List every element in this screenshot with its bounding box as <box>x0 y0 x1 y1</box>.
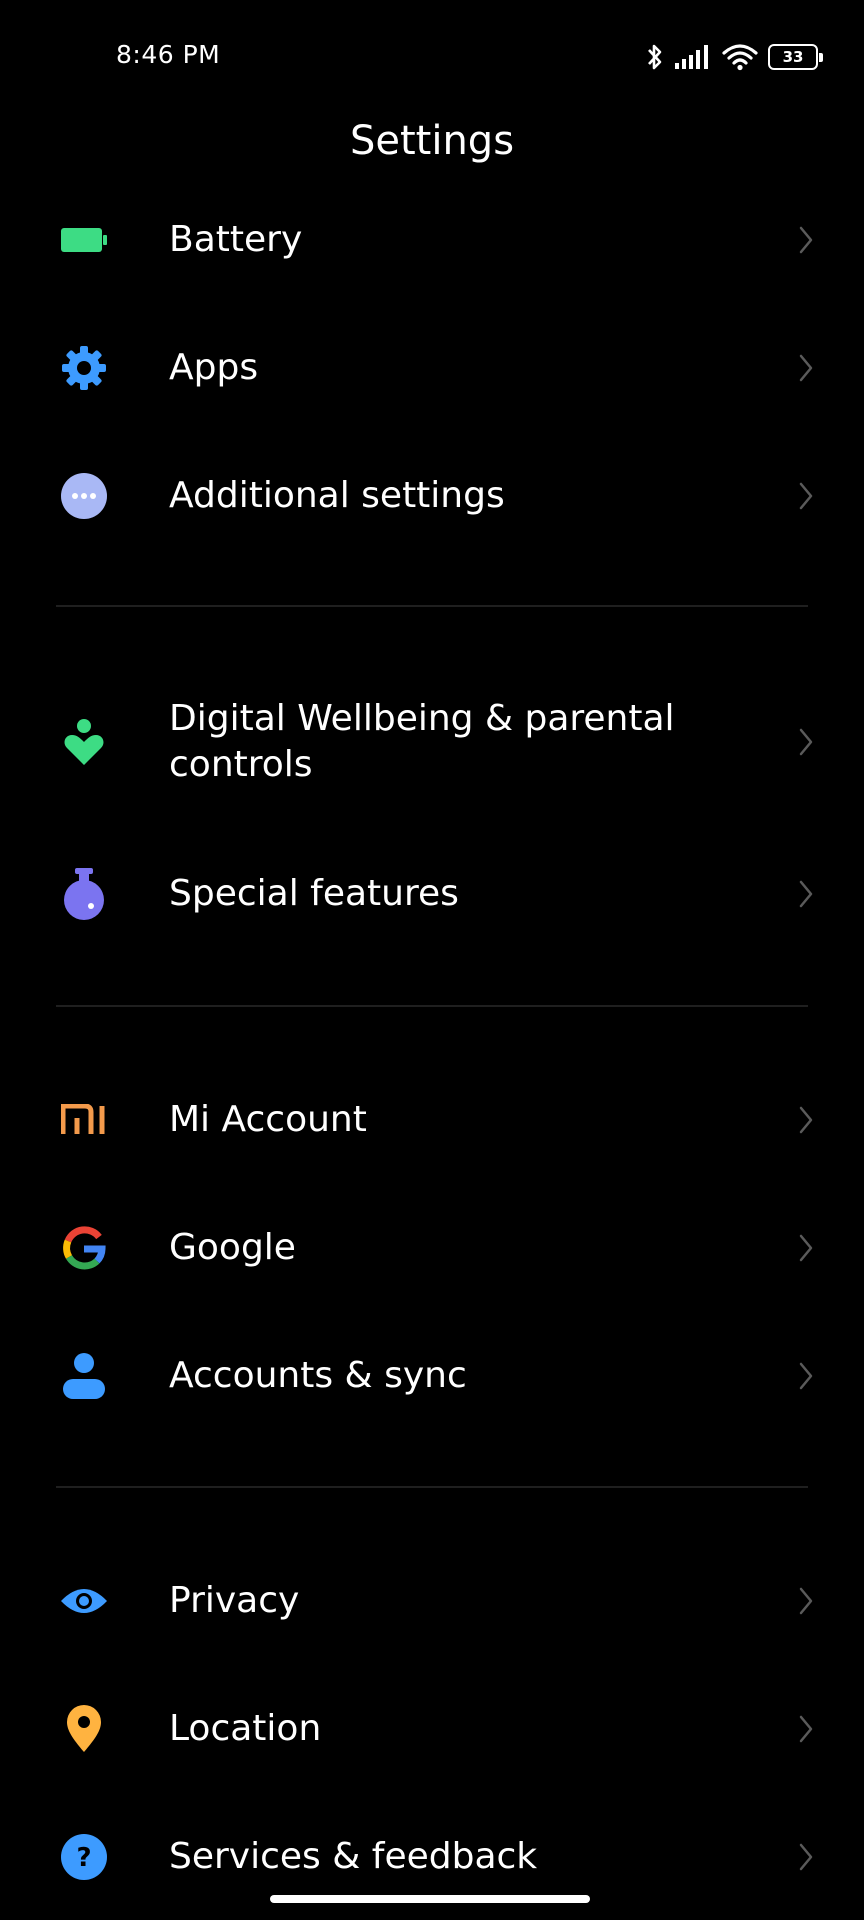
person-icon <box>56 1348 112 1404</box>
eye-icon <box>56 1573 112 1629</box>
mi-logo-icon <box>56 1092 112 1148</box>
settings-item-label: Privacy <box>169 1580 300 1621</box>
section-divider <box>56 1005 808 1007</box>
settings-item-label: Additional settings <box>169 475 505 516</box>
more-dots-icon <box>56 468 112 524</box>
settings-item-google[interactable]: Google <box>0 1220 864 1276</box>
settings-item-privacy[interactable]: Privacy <box>0 1573 864 1629</box>
chevron-right-icon <box>794 1581 818 1621</box>
battery-icon <box>56 212 112 268</box>
bluetooth-icon <box>646 42 664 72</box>
chevron-right-icon <box>794 348 818 388</box>
settings-screen: 8:46 PM 33 Settings Battery Apps Additio… <box>0 0 864 1920</box>
settings-item-label: Special features <box>169 873 459 914</box>
page-title: Settings <box>349 118 515 164</box>
settings-item-label: Mi Account <box>169 1099 367 1140</box>
status-bar: 8:46 PM 33 <box>0 0 864 110</box>
settings-item-accounts-sync[interactable]: Accounts & sync <box>0 1348 864 1404</box>
settings-item-digital-wellbeing[interactable]: Digital Wellbeing & parental controls <box>0 696 864 788</box>
chevron-right-icon <box>794 1100 818 1140</box>
settings-item-label: Location <box>169 1708 322 1749</box>
settings-item-battery[interactable]: Battery <box>0 212 864 268</box>
chevron-right-icon <box>794 874 818 914</box>
potion-icon <box>56 866 112 922</box>
signal-icon <box>674 44 712 70</box>
chevron-right-icon <box>794 476 818 516</box>
chevron-right-icon <box>794 722 818 762</box>
chevron-right-icon <box>794 1356 818 1396</box>
wifi-icon <box>722 43 758 71</box>
settings-item-label: Digital Wellbeing & parental controls <box>169 698 675 785</box>
gear-icon <box>56 340 112 396</box>
settings-item-apps[interactable]: Apps <box>0 340 864 396</box>
chevron-right-icon <box>794 1709 818 1749</box>
help-circle-icon: ? <box>56 1829 112 1885</box>
battery-icon: 33 <box>768 44 823 70</box>
settings-item-label: Services & feedback <box>169 1836 538 1877</box>
status-icons: 33 <box>646 40 823 74</box>
status-time: 8:46 PM <box>116 40 221 69</box>
chevron-right-icon <box>794 1228 818 1268</box>
settings-item-services-feedback[interactable]: ? Services & feedback <box>0 1829 864 1885</box>
google-g-icon <box>56 1220 112 1276</box>
location-pin-icon <box>56 1701 112 1757</box>
settings-item-label: Apps <box>169 347 259 388</box>
settings-item-special-features[interactable]: Special features <box>0 866 864 922</box>
section-divider <box>56 1486 808 1488</box>
settings-item-label: Battery <box>169 219 303 260</box>
settings-item-additional-settings[interactable]: Additional settings <box>0 468 864 524</box>
wellbeing-heart-icon <box>56 714 112 770</box>
settings-item-label: Accounts & sync <box>169 1355 467 1396</box>
settings-item-location[interactable]: Location <box>0 1701 864 1757</box>
settings-item-mi-account[interactable]: Mi Account <box>0 1092 864 1148</box>
svg-text:?: ? <box>76 1843 91 1873</box>
chevron-right-icon <box>794 220 818 260</box>
battery-level: 33 <box>782 47 804 66</box>
chevron-right-icon <box>794 1837 818 1877</box>
home-indicator[interactable] <box>270 1895 590 1903</box>
section-divider <box>56 605 808 607</box>
settings-item-label: Google <box>169 1227 296 1268</box>
